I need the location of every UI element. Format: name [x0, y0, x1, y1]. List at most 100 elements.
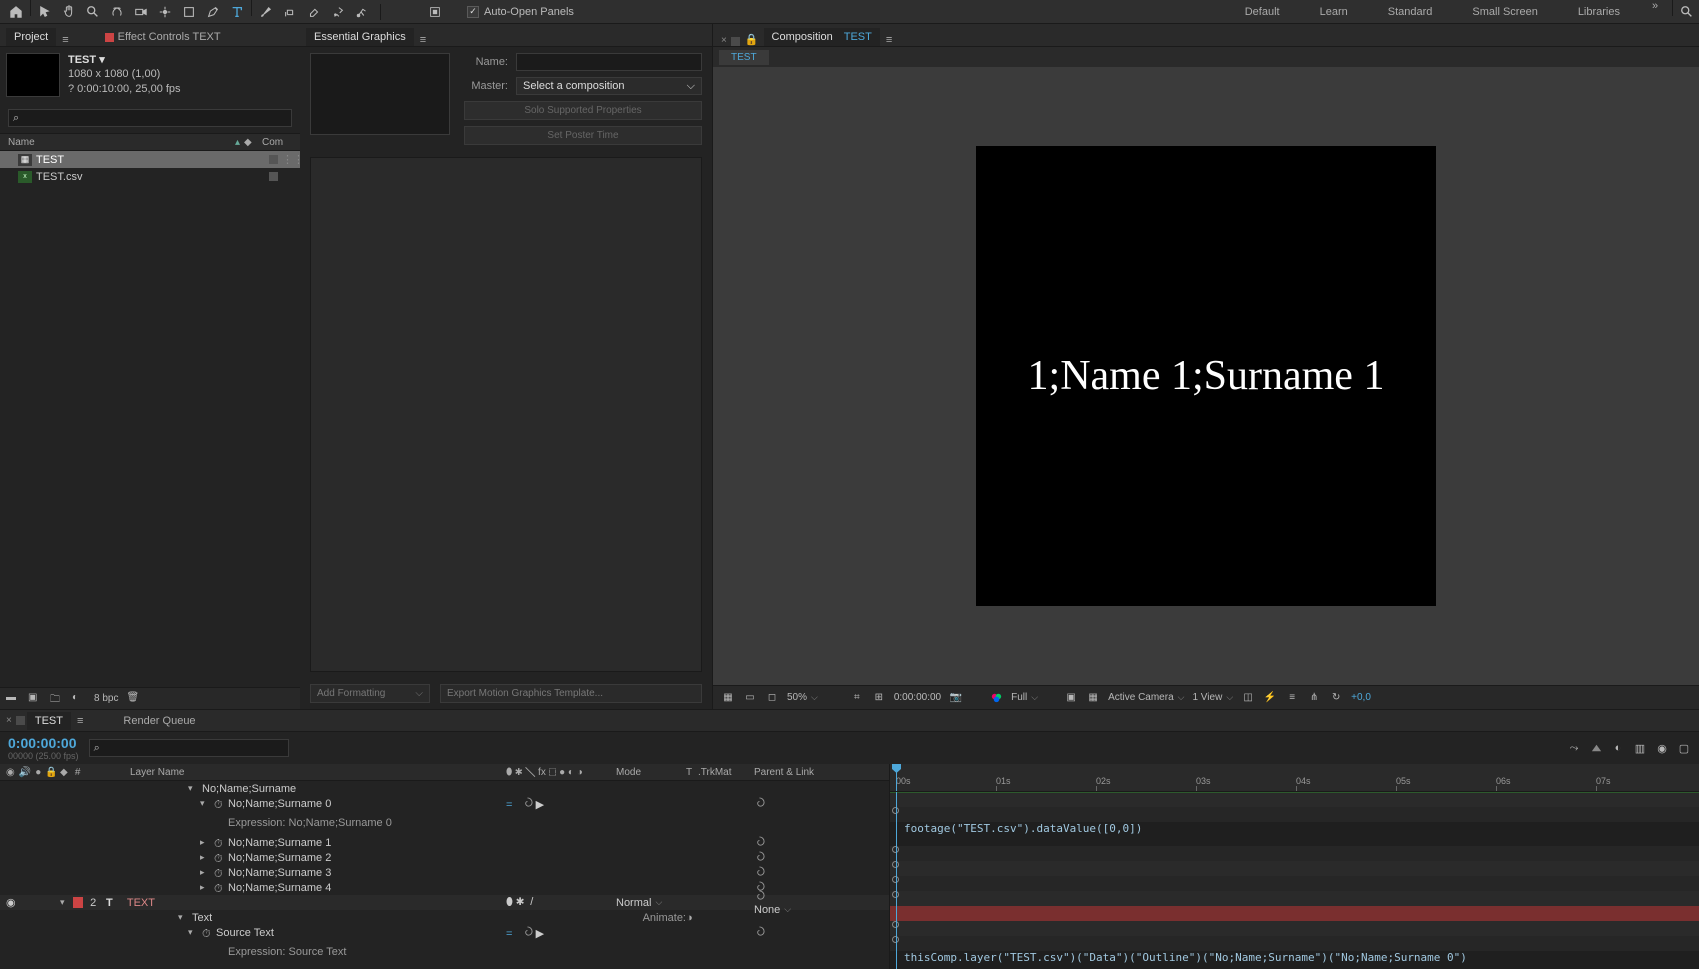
expression-text[interactable]: thisComp.layer("TEST.csv")("Data")("Outl… — [904, 951, 1467, 964]
grid-icon[interactable]: ⊞ — [872, 691, 886, 705]
graph-editor-icon[interactable]: ▢ — [1677, 741, 1691, 755]
resolution-dropdown[interactable]: Full — [1011, 692, 1038, 703]
lock-icon[interactable]: 🔒 — [742, 33, 762, 46]
brush-tool-icon[interactable] — [254, 0, 278, 24]
composition-tab[interactable]: Composition TEST — [764, 28, 880, 46]
col-comment[interactable]: Com — [262, 137, 292, 148]
type-tool-icon[interactable] — [225, 0, 249, 24]
eg-solo-button[interactable]: Solo Supported Properties — [464, 101, 702, 120]
hand-tool-icon[interactable] — [57, 0, 81, 24]
camera-tool-icon[interactable] — [129, 0, 153, 24]
pen-tool-icon[interactable] — [201, 0, 225, 24]
workspace-small-screen[interactable]: Small Screen — [1452, 0, 1557, 24]
workspace-overflow-icon[interactable]: » — [1640, 0, 1670, 24]
pickwhip-icon[interactable] — [754, 890, 765, 901]
timeline-row[interactable]: ▾⏱ Source Text= ▶ — [0, 925, 889, 940]
current-time[interactable]: 0:00:00:00 — [8, 735, 79, 751]
timeline-row[interactable]: Expression: Source Text — [0, 940, 889, 964]
eg-name-input[interactable] — [516, 53, 702, 71]
timeline-tab[interactable]: TEST — [27, 712, 71, 730]
motion-blur-icon[interactable]: ◉ — [1655, 741, 1669, 755]
timeline-row[interactable]: ▾No;Name;Surname — [0, 781, 889, 796]
pickwhip-icon[interactable] — [754, 851, 765, 862]
mask-icon[interactable]: ◻ — [765, 691, 779, 705]
eg-drop-area[interactable] — [310, 157, 702, 672]
timeline-row[interactable]: Expression: No;Name;Surname 0 — [0, 811, 889, 835]
pan-behind-tool-icon[interactable] — [153, 0, 177, 24]
render-queue-tab[interactable]: Render Queue — [115, 712, 203, 730]
switches-col[interactable]: ⬮ ✱ ╲ fx ⬚ ● ◐ ◑ — [500, 767, 616, 778]
comp-mini-flow-icon[interactable]: ⤳ — [1567, 741, 1581, 755]
timeline-row[interactable]: ▸⏱ No;Name;Surname 1 — [0, 835, 889, 850]
expression-text[interactable]: footage("TEST.csv").dataValue([0,0]) — [904, 822, 1142, 835]
fast-preview-icon[interactable]: ⚡ — [1263, 691, 1277, 705]
eraser-tool-icon[interactable] — [302, 0, 326, 24]
pickwhip-icon[interactable] — [522, 797, 533, 808]
col-name[interactable]: Name▴ — [8, 137, 240, 148]
video-col-icon[interactable]: ◉ — [6, 767, 15, 778]
col-label-icon[interactable]: ◆ — [244, 137, 258, 148]
zoom-tool-icon[interactable] — [81, 0, 105, 24]
eg-poster-button[interactable]: Set Poster Time — [464, 126, 702, 145]
reset-exposure-icon[interactable]: ↻ — [1329, 691, 1343, 705]
preview-time[interactable]: 0:00:00:00 — [894, 692, 941, 703]
pickwhip-icon[interactable] — [754, 926, 765, 937]
home-icon[interactable] — [4, 0, 28, 24]
new-comp-icon[interactable]: ▣ — [28, 692, 42, 706]
channel-icon[interactable]: ▭ — [743, 691, 757, 705]
trash-icon[interactable]: 🗑 — [126, 692, 140, 706]
frame-blend-icon[interactable]: ▥ — [1633, 741, 1647, 755]
tl-menu-icon[interactable]: ≡ — [73, 715, 87, 727]
alpha-icon[interactable]: ▦ — [721, 691, 735, 705]
comp-menu-icon[interactable]: ≡ — [882, 34, 896, 46]
time-ruler[interactable]: 00s01s02s03s04s05s06s07s — [890, 764, 1699, 792]
project-tab[interactable]: Project — [6, 28, 56, 46]
animate-icon[interactable]: ◑ — [686, 912, 693, 924]
solo-col-icon[interactable]: ● — [35, 767, 41, 778]
eg-master-select[interactable]: Select a composition⌵ — [516, 77, 702, 95]
new-folder-icon[interactable]: 🗀 — [50, 692, 64, 706]
project-search[interactable]: ⌕ — [8, 109, 292, 127]
timeline-row[interactable]: ▸⏱ No;Name;Surname 3 — [0, 865, 889, 880]
stopwatch-icon[interactable]: ⏱ — [214, 883, 224, 893]
play-icon[interactable]: ▶ — [536, 928, 544, 940]
lock-col-icon[interactable]: 🔒 — [45, 767, 57, 778]
stopwatch-icon[interactable]: ⏱ — [214, 853, 224, 863]
project-row-csv[interactable]: x TEST.csv — [0, 168, 300, 185]
selection-tool-icon[interactable] — [33, 0, 57, 24]
trkmat-col[interactable]: .TrkMat — [698, 767, 754, 778]
stopwatch-icon[interactable]: ⏱ — [214, 868, 224, 878]
tl-close-icon[interactable]: × — [4, 715, 14, 726]
snapping-icon[interactable] — [423, 0, 447, 24]
rectangle-tool-icon[interactable] — [177, 0, 201, 24]
comp-mini-tab[interactable]: TEST — [719, 50, 769, 65]
timeline-row[interactable]: ▸⏱ No;Name;Surname 2 — [0, 850, 889, 865]
pickwhip-icon[interactable] — [522, 926, 533, 937]
stopwatch-icon[interactable]: ⏱ — [214, 799, 224, 809]
project-menu-icon[interactable]: ≡ — [58, 34, 72, 46]
audio-col-icon[interactable]: 🔊 — [19, 767, 31, 778]
safe-zones-icon[interactable]: ⌗ — [850, 691, 864, 705]
number-col[interactable]: # — [71, 767, 85, 778]
comp-close-icon[interactable]: × — [719, 35, 729, 46]
workspace-learn[interactable]: Learn — [1300, 0, 1368, 24]
view-dropdown[interactable]: 1 View — [1192, 692, 1233, 703]
parent-col[interactable]: Parent & Link — [754, 767, 874, 778]
play-icon[interactable]: ▶ — [536, 799, 544, 811]
clone-tool-icon[interactable] — [278, 0, 302, 24]
timeline-icon[interactable]: ≡ — [1285, 691, 1299, 705]
auto-open-checkbox[interactable]: Auto-Open Panels — [467, 6, 574, 18]
workspace-libraries[interactable]: Libraries — [1558, 0, 1640, 24]
project-row-comp[interactable]: ▦ TEST ⋮⋮ — [0, 151, 300, 168]
bpc-label[interactable]: 8 bpc — [94, 693, 118, 704]
layer-name-col[interactable]: Layer Name — [100, 767, 500, 778]
label-col-icon[interactable]: ◆ — [60, 767, 68, 778]
draft3d-icon[interactable] — [1589, 741, 1603, 755]
composition-viewer[interactable]: 1;Name 1;Surname 1 — [713, 67, 1699, 685]
eg-menu-icon[interactable]: ≡ — [416, 34, 430, 46]
flowchart-icon[interactable]: ⋔ — [1307, 691, 1321, 705]
puppet-tool-icon[interactable] — [350, 0, 374, 24]
eye-icon[interactable]: ◉ — [6, 896, 16, 909]
pickwhip-icon[interactable] — [754, 797, 765, 808]
eg-export-button[interactable]: Export Motion Graphics Template... — [440, 684, 702, 703]
